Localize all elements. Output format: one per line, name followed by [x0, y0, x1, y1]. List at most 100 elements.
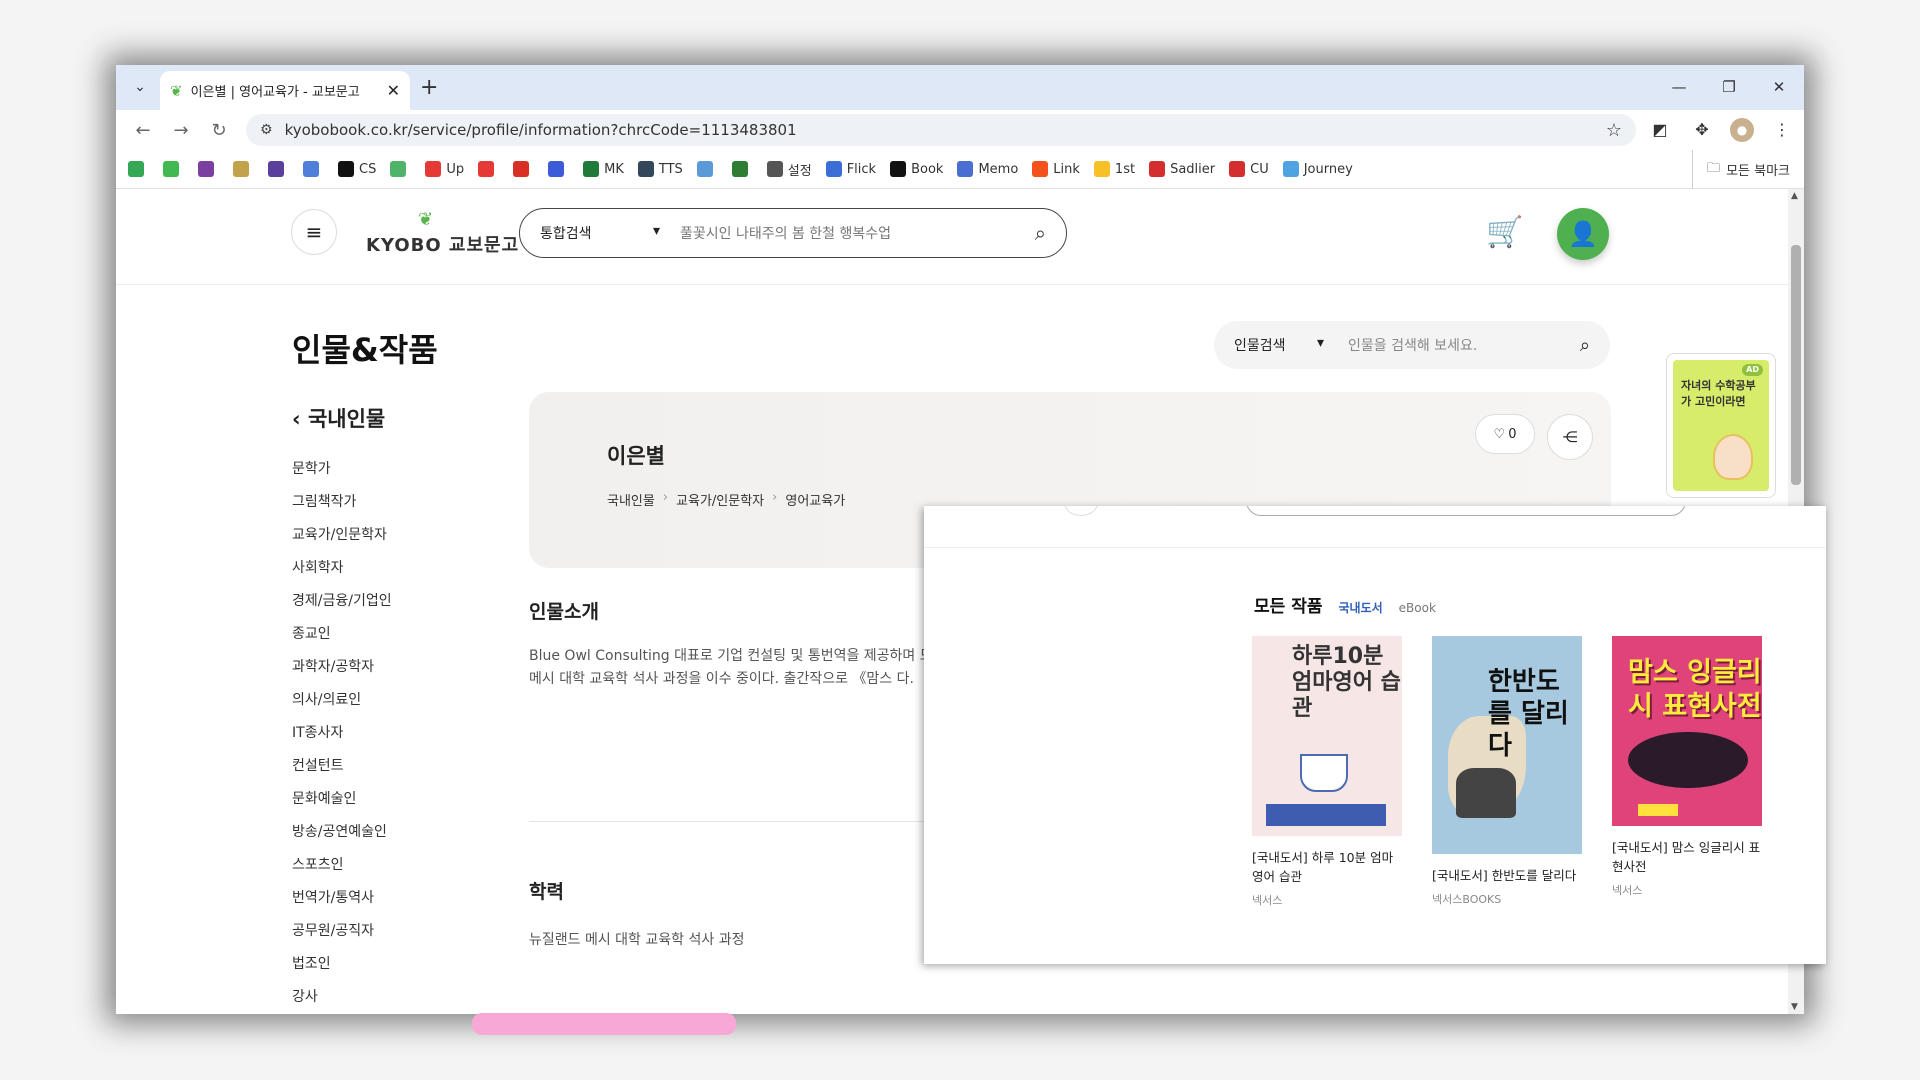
breadcrumb-item[interactable]: 교육가/인문학자: [676, 490, 764, 509]
restore-button[interactable]: ❐: [1704, 65, 1754, 110]
extension-icon[interactable]: ◩: [1646, 116, 1674, 144]
address-bar[interactable]: ⚙ kyobobook.co.kr/service/profile/inform…: [246, 114, 1636, 146]
scroll-down-icon[interactable]: ▼: [1791, 1002, 1798, 1012]
bookmark-item[interactable]: Up: [425, 161, 464, 177]
forward-button[interactable]: →: [162, 120, 200, 141]
bookmark-item[interactable]: [163, 161, 184, 177]
more-menu-icon[interactable]: ⋮: [1768, 116, 1796, 144]
search-input[interactable]: 풀꽃시인 나태주의 봄 한철 행복수업: [680, 223, 1035, 243]
tab-strip: ⌄ ❦ 이은별 | 영어교육가 - 교보문고 ✕ + — ❐ ✕: [116, 65, 1804, 110]
bookmark-item[interactable]: CS: [338, 161, 376, 177]
sidebar-item[interactable]: 의사/의료인: [292, 684, 392, 717]
all-bookmarks-folder[interactable]: 🗀 모든 북마크: [1692, 150, 1790, 189]
sidebar-item[interactable]: IT종사자: [292, 717, 392, 750]
sidebar-item[interactable]: 교육가/인문학자: [292, 519, 392, 552]
sidebar-heading[interactable]: ‹ 국내인물: [292, 403, 392, 433]
close-window-button[interactable]: ✕: [1754, 65, 1804, 110]
tab-search-button[interactable]: ⌄: [126, 73, 154, 101]
bookmark-item[interactable]: [198, 161, 219, 177]
bookmark-item[interactable]: 1st: [1093, 161, 1135, 177]
close-icon[interactable]: ✕: [387, 81, 400, 100]
sidebar-item[interactable]: 강사: [292, 981, 392, 1014]
sidebar-item[interactable]: 과학자/공학자: [292, 651, 392, 684]
menu-button[interactable]: ≡: [291, 209, 337, 255]
user-profile-button[interactable]: 👤: [1557, 208, 1609, 260]
breadcrumb-item[interactable]: 영어교육가: [785, 490, 845, 509]
bookmark-item[interactable]: [128, 161, 149, 177]
sidebar-item[interactable]: 종교인: [292, 618, 392, 651]
main-search[interactable]: 통합검색 ▾ 풀꽃시인 나태주의 봄 한철 행복수업 ⌕: [519, 208, 1067, 258]
sidebar-item[interactable]: 스포츠인: [292, 849, 392, 882]
person-search-category[interactable]: 인물검색 ▾: [1234, 335, 1324, 355]
book-cover[interactable]: 한반도를 달리다: [1432, 636, 1582, 854]
person-search-input[interactable]: 인물을 검색해 보세요.: [1348, 335, 1580, 355]
site-header: ≡ ❦ KYOBO 교보문고 통합검색 ▾ 풀꽃시인 나태주의 봄 한철 행복수업…: [116, 189, 1788, 285]
bookmark-item[interactable]: [233, 161, 254, 177]
reload-button[interactable]: ↻: [200, 120, 238, 141]
bookmark-label: Up: [446, 161, 465, 177]
bookmark-item[interactable]: Memo: [957, 161, 1018, 177]
sidebar-item[interactable]: 방송/공연예술인: [292, 816, 392, 849]
url-text[interactable]: kyobobook.co.kr/service/profile/informat…: [285, 121, 1606, 139]
active-tab[interactable]: ❦ 이은별 | 영어교육가 - 교보문고 ✕: [160, 71, 410, 110]
book-title[interactable]: [국내도서] 맘스 잉글리시 표현사전: [1612, 838, 1762, 876]
scroll-thumb[interactable]: [1791, 245, 1801, 485]
bookmark-item[interactable]: [731, 161, 753, 177]
bookmark-item[interactable]: 설정: [766, 160, 812, 179]
tab-domestic-books[interactable]: 국내도서: [1338, 599, 1382, 616]
sidebar-item[interactable]: 사회학자: [292, 552, 392, 585]
book-item[interactable]: 하루10분 엄마영어 습관 [국내도서] 하루 10분 엄마 영어 습관 넥서스: [1252, 636, 1402, 908]
side-ad-banner[interactable]: AD 자녀의 수학공부가 고민이라면: [1666, 353, 1776, 498]
sidebar-item[interactable]: 법조인: [292, 948, 392, 981]
bookmark-item[interactable]: [478, 161, 499, 177]
works-header: 모든 작품 국내도서 eBook: [1254, 592, 1436, 617]
sidebar-item[interactable]: 문화예술인: [292, 783, 392, 816]
bookmark-item[interactable]: [548, 161, 569, 177]
scroll-up-icon[interactable]: ▲: [1791, 191, 1798, 201]
bookmark-item[interactable]: Sadlier: [1149, 161, 1215, 177]
sidebar-item[interactable]: 경제/금융/기업인: [292, 585, 392, 618]
bookmark-item[interactable]: Flick: [825, 161, 876, 177]
bookmark-item[interactable]: Book: [890, 161, 943, 177]
bookmark-item[interactable]: CU: [1229, 161, 1269, 177]
bookmark-star-icon[interactable]: ☆: [1606, 120, 1622, 141]
bookmark-item[interactable]: [268, 161, 289, 177]
book-cover[interactable]: 맘스 잉글리시 표현사전: [1612, 636, 1762, 826]
site-info-icon[interactable]: ⚙: [260, 122, 273, 138]
bookmark-item[interactable]: [303, 161, 324, 177]
book-title[interactable]: [국내도서] 한반도를 달리다: [1432, 866, 1582, 885]
profile-avatar[interactable]: ●: [1730, 118, 1754, 142]
share-button[interactable]: ⋲: [1547, 414, 1593, 460]
bookmark-item[interactable]: Link: [1032, 161, 1080, 177]
like-button[interactable]: ♡ 0: [1475, 414, 1535, 454]
bookmark-item[interactable]: MK: [583, 161, 624, 177]
sidebar-item[interactable]: 공무원/공직자: [292, 915, 392, 948]
bookmark-item[interactable]: TTS: [637, 161, 683, 177]
book-title[interactable]: [국내도서] 하루 10분 엄마 영어 습관: [1252, 848, 1402, 886]
sidebar-item[interactable]: 번역가/통역사: [292, 882, 392, 915]
bookmark-item[interactable]: [696, 161, 718, 177]
bookmark-item[interactable]: Journey: [1282, 161, 1353, 177]
puzzle-icon[interactable]: ✥: [1688, 116, 1716, 144]
book-item[interactable]: 맘스 잉글리시 표현사전 [국내도서] 맘스 잉글리시 표현사전 넥서스: [1612, 636, 1762, 898]
search-category-select[interactable]: 통합검색 ▾: [540, 223, 660, 243]
search-icon[interactable]: ⌕: [1580, 335, 1590, 356]
bookmark-item[interactable]: [513, 161, 534, 177]
bookmark-item[interactable]: [390, 161, 411, 177]
tab-ebook[interactable]: eBook: [1399, 601, 1436, 615]
minimize-button[interactable]: —: [1654, 65, 1704, 110]
intro-text: Blue Owl Consulting 대표로 기업 컨설팅 및 통번역을 제공…: [529, 648, 933, 687]
sidebar-item[interactable]: 그림책작가: [292, 486, 392, 519]
person-search[interactable]: 인물검색 ▾ 인물을 검색해 보세요. ⌕: [1214, 321, 1610, 369]
toolbar-right: ◩ ✥ ● ⋮: [1646, 116, 1796, 144]
search-icon[interactable]: ⌕: [1035, 221, 1046, 245]
back-button[interactable]: ←: [124, 120, 162, 141]
book-item[interactable]: 한반도를 달리다 [국내도서] 한반도를 달리다 넥서스BOOKS: [1432, 636, 1582, 907]
kyobo-logo[interactable]: ❦ KYOBO 교보문고: [366, 209, 518, 259]
sidebar-item[interactable]: 컨설턴트: [292, 750, 392, 783]
cart-icon[interactable]: 🛒: [1486, 215, 1523, 250]
new-tab-button[interactable]: +: [420, 75, 438, 100]
book-cover[interactable]: 하루10분 엄마영어 습관: [1252, 636, 1402, 836]
sidebar-item[interactable]: 문학가: [292, 453, 392, 486]
breadcrumb-item[interactable]: 국내인물: [607, 490, 655, 509]
